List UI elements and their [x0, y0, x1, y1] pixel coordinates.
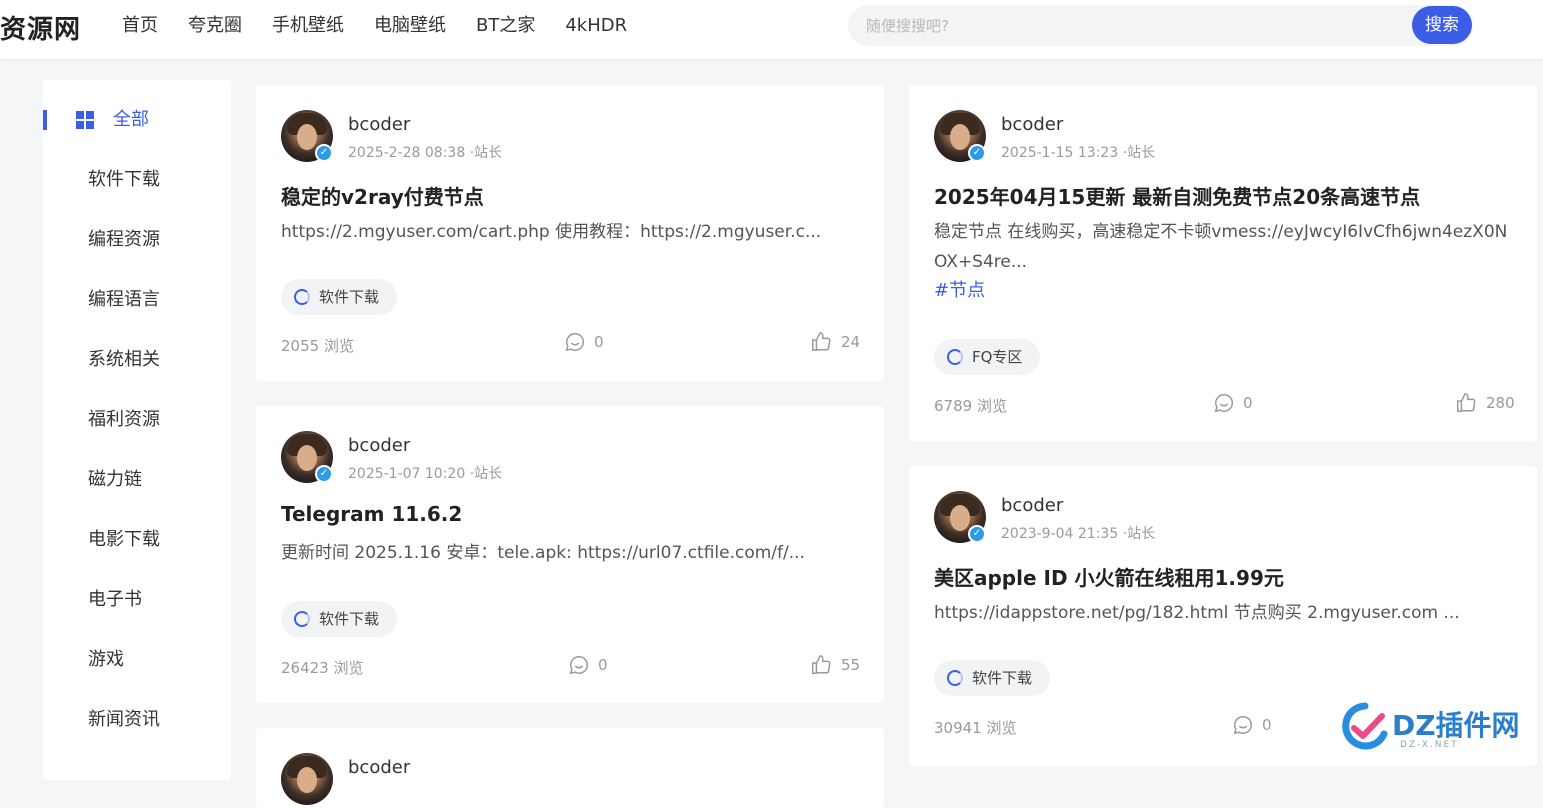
post-title[interactable]: 2025年04月15更新 最新自测免费节点20条高速节点: [934, 181, 1420, 210]
post-card[interactable]: bcoder: [256, 728, 884, 808]
like-stat[interactable]: 280: [1454, 392, 1515, 414]
main-nav: 首页 夸克圈 手机壁纸 电脑壁纸 BT之家 4kHDR: [122, 14, 657, 38]
comment-icon: [569, 656, 589, 675]
post-card[interactable]: ✓ bcoder 2025-1-15 13:23 ·站长 2025年04月15更…: [909, 85, 1537, 441]
verified-icon: ✓: [315, 465, 333, 483]
post-title[interactable]: Telegram 11.6.2: [281, 502, 462, 526]
view-count: 26423 浏览: [281, 659, 364, 677]
post-card[interactable]: ✓ bcoder 2025-1-07 10:20 ·站长 Telegram 11…: [256, 406, 884, 703]
sidebar-item-movies[interactable]: 电影下载: [88, 527, 160, 553]
verified-icon: ✓: [968, 525, 986, 543]
nav-pc-wallpaper[interactable]: 电脑壁纸: [374, 14, 446, 38]
sidebar-item-all[interactable]: 全部: [113, 107, 149, 133]
search-button[interactable]: 搜索: [1412, 6, 1472, 44]
active-indicator: [43, 110, 47, 130]
author-name[interactable]: bcoder: [348, 757, 410, 778]
sidebar-item-magnet[interactable]: 磁力链: [88, 467, 142, 493]
view-count: 2055 浏览: [281, 337, 354, 355]
like-stat[interactable]: 55: [809, 654, 860, 676]
comment-icon: [1214, 394, 1234, 413]
nav-phone-wallpaper[interactable]: 手机壁纸: [272, 14, 344, 38]
dz-logo-icon: [1342, 702, 1388, 750]
sidebar-item-ebooks[interactable]: 电子书: [88, 587, 142, 613]
avatar[interactable]: ✓: [934, 110, 986, 162]
search-box: 搜索: [848, 5, 1473, 46]
category-tag[interactable]: 软件下载: [281, 601, 398, 637]
author-name[interactable]: bcoder: [1001, 114, 1063, 135]
sidebar-item-software[interactable]: 软件下载: [88, 167, 160, 193]
thumbs-up-icon: [1457, 393, 1476, 412]
post-meta: 2025-2-28 08:38 ·站长: [348, 145, 503, 161]
avatar[interactable]: ✓: [281, 110, 333, 162]
verified-icon: ✓: [315, 144, 333, 162]
view-count: 6789 浏览: [934, 397, 1007, 415]
avatar[interactable]: ✓: [934, 491, 986, 543]
post-card[interactable]: ✓ bcoder 2025-2-28 08:38 ·站长 稳定的v2ray付费节…: [256, 85, 884, 381]
nav-home[interactable]: 首页: [122, 14, 158, 38]
hashtag-link[interactable]: #节点: [934, 276, 985, 302]
category-tag[interactable]: 软件下载: [281, 279, 398, 315]
category-ring-icon: [294, 611, 310, 627]
category-ring-icon: [294, 289, 310, 305]
post-excerpt: 稳定节点 在线购买，高速稳定不卡顿vmess://eyJwcyI6IvCfh6j…: [934, 222, 1508, 272]
comment-stat[interactable]: 0: [1232, 714, 1272, 736]
post-title[interactable]: 美区apple ID 小火箭在线租用1.99元: [934, 562, 1284, 591]
avatar[interactable]: ✓: [281, 431, 333, 483]
post-meta: 2023-9-04 21:35 ·站长: [1001, 526, 1156, 542]
comment-icon: [565, 333, 585, 352]
post-meta: 2025-1-15 13:23 ·站长: [1001, 145, 1156, 161]
search-input[interactable]: [866, 5, 1406, 46]
site-logo[interactable]: 资源网: [0, 9, 81, 46]
top-header: 资源网 首页 夸克圈 手机壁纸 电脑壁纸 BT之家 4kHDR 搜索: [0, 0, 1543, 59]
watermark-text: DZ插件网: [1392, 709, 1520, 742]
author-name[interactable]: bcoder: [348, 114, 410, 135]
category-tag[interactable]: FQ专区: [934, 339, 1041, 375]
thumbs-up-icon: [812, 655, 831, 674]
sidebar-item-games[interactable]: 游戏: [88, 647, 124, 673]
category-ring-icon: [947, 670, 963, 686]
sidebar-item-programming-languages[interactable]: 编程语言: [88, 287, 160, 313]
category-sidebar: 全部 软件下载 编程资源 编程语言 系统相关 福利资源 磁力链 电影下载 电子书…: [43, 80, 231, 780]
nav-quark-circle[interactable]: 夸克圈: [188, 14, 242, 38]
post-excerpt: https://idappstore.net/pg/182.html 节点购买 …: [934, 603, 1460, 623]
comment-stat[interactable]: 0: [568, 654, 608, 676]
sidebar-item-news[interactable]: 新闻资讯: [88, 707, 160, 733]
post-excerpt: 更新时间 2025.1.16 安卓：tele.apk: https://url0…: [281, 543, 805, 563]
category-ring-icon: [947, 349, 963, 365]
author-name[interactable]: bcoder: [1001, 495, 1063, 516]
watermark-subtext: DZ-X.NET: [1400, 740, 1459, 750]
nav-4khdr[interactable]: 4kHDR: [565, 14, 627, 38]
thumbs-up-icon: [812, 332, 831, 351]
sidebar-item-welfare[interactable]: 福利资源: [88, 407, 160, 433]
author-name[interactable]: bcoder: [348, 435, 410, 456]
sidebar-item-programming-resources[interactable]: 编程资源: [88, 227, 160, 253]
comment-stat[interactable]: 0: [1213, 392, 1253, 414]
grid-icon: [76, 111, 94, 129]
comment-stat[interactable]: 0: [564, 331, 604, 353]
post-meta: 2025-1-07 10:20 ·站长: [348, 466, 503, 482]
category-tag[interactable]: 软件下载: [934, 660, 1051, 696]
avatar[interactable]: [281, 753, 333, 805]
post-title[interactable]: 稳定的v2ray付费节点: [281, 181, 484, 210]
nav-bt-home[interactable]: BT之家: [476, 14, 535, 38]
comment-icon: [1233, 716, 1253, 735]
sidebar-item-system[interactable]: 系统相关: [88, 347, 160, 373]
like-stat[interactable]: 24: [809, 331, 860, 353]
verified-icon: ✓: [968, 144, 986, 162]
view-count: 30941 浏览: [934, 719, 1017, 737]
watermark: DZ插件网 DZ-X.NET: [1340, 700, 1530, 760]
post-excerpt: https://2.mgyuser.com/cart.php 使用教程：http…: [281, 222, 822, 242]
